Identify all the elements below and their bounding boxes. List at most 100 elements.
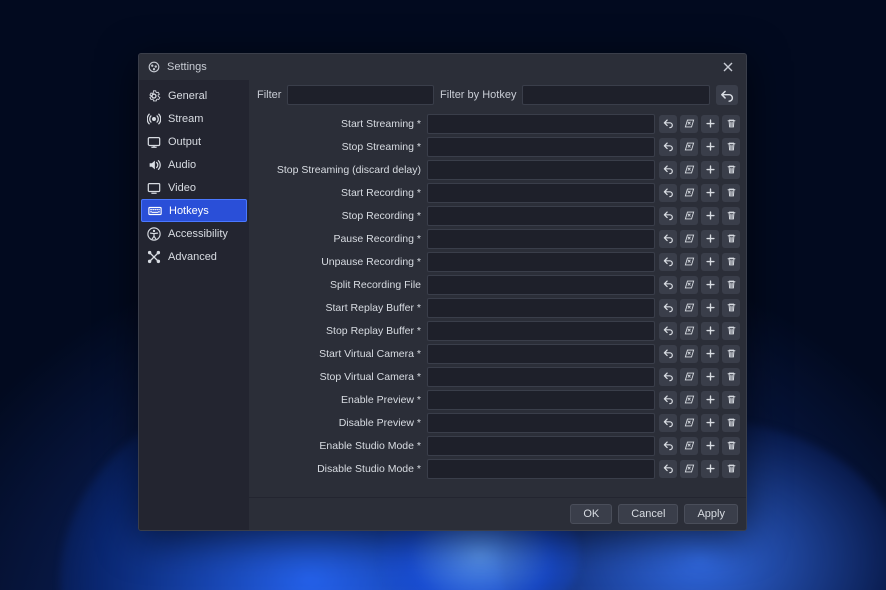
hotkey-revert-button[interactable] <box>659 115 677 133</box>
hotkey-input[interactable] <box>427 459 655 479</box>
hotkey-remove-button[interactable] <box>722 276 740 294</box>
hotkey-input[interactable] <box>427 367 655 387</box>
hotkey-add-button[interactable] <box>701 345 719 363</box>
hotkey-input[interactable] <box>427 137 655 157</box>
hotkey-input[interactable] <box>427 160 655 180</box>
hotkey-input[interactable] <box>427 114 655 134</box>
hotkey-revert-button[interactable] <box>659 184 677 202</box>
hotkey-clear-button[interactable] <box>680 138 698 156</box>
hotkey-revert-button[interactable] <box>659 161 677 179</box>
hotkey-clear-button[interactable] <box>680 322 698 340</box>
plus-icon <box>705 187 716 198</box>
hotkey-remove-button[interactable] <box>722 161 740 179</box>
sidebar-item-video[interactable]: Video <box>139 176 249 199</box>
hotkey-remove-button[interactable] <box>722 253 740 271</box>
hotkey-add-button[interactable] <box>701 138 719 156</box>
hotkey-add-button[interactable] <box>701 276 719 294</box>
hotkey-clear-button[interactable] <box>680 345 698 363</box>
hotkey-remove-button[interactable] <box>722 230 740 248</box>
hotkey-remove-button[interactable] <box>722 115 740 133</box>
hotkey-revert-button[interactable] <box>659 437 677 455</box>
hotkey-clear-button[interactable] <box>680 414 698 432</box>
hotkey-input[interactable] <box>427 436 655 456</box>
hotkey-add-button[interactable] <box>701 437 719 455</box>
sidebar-item-general[interactable]: General <box>139 84 249 107</box>
hotkey-remove-button[interactable] <box>722 138 740 156</box>
hotkey-remove-button[interactable] <box>722 391 740 409</box>
hotkey-revert-button[interactable] <box>659 460 677 478</box>
hotkey-add-button[interactable] <box>701 161 719 179</box>
hotkey-remove-button[interactable] <box>722 207 740 225</box>
hotkey-input[interactable] <box>427 183 655 203</box>
apply-button[interactable]: Apply <box>684 504 738 524</box>
hotkey-add-button[interactable] <box>701 207 719 225</box>
close-button[interactable] <box>718 57 738 77</box>
hotkey-input[interactable] <box>427 275 655 295</box>
hotkey-add-button[interactable] <box>701 368 719 386</box>
hotkey-clear-button[interactable] <box>680 184 698 202</box>
hotkey-remove-button[interactable] <box>722 322 740 340</box>
hotkey-add-button[interactable] <box>701 230 719 248</box>
hotkey-remove-button[interactable] <box>722 437 740 455</box>
hotkey-remove-button[interactable] <box>722 299 740 317</box>
sidebar-item-output[interactable]: Output <box>139 130 249 153</box>
reset-filter-button[interactable] <box>716 85 738 105</box>
hotkey-input[interactable] <box>427 252 655 272</box>
hotkey-revert-button[interactable] <box>659 391 677 409</box>
hotkey-clear-button[interactable] <box>680 230 698 248</box>
hotkey-remove-button[interactable] <box>722 460 740 478</box>
hotkey-clear-button[interactable] <box>680 253 698 271</box>
filter-by-hotkey-input[interactable] <box>522 85 710 105</box>
sidebar-item-stream[interactable]: Stream <box>139 107 249 130</box>
hotkey-revert-button[interactable] <box>659 299 677 317</box>
hotkey-revert-button[interactable] <box>659 368 677 386</box>
hotkey-revert-button[interactable] <box>659 230 677 248</box>
sidebar-item-advanced[interactable]: Advanced <box>139 245 249 268</box>
hotkey-clear-button[interactable] <box>680 115 698 133</box>
ok-button[interactable]: OK <box>570 504 612 524</box>
hotkey-clear-button[interactable] <box>680 276 698 294</box>
hotkey-input[interactable] <box>427 321 655 341</box>
hotkey-add-button[interactable] <box>701 414 719 432</box>
hotkey-remove-button[interactable] <box>722 414 740 432</box>
hotkey-input[interactable] <box>427 298 655 318</box>
hotkey-add-button[interactable] <box>701 299 719 317</box>
hotkey-label: Split Recording File <box>253 279 423 291</box>
hotkey-clear-button[interactable] <box>680 391 698 409</box>
hotkey-revert-button[interactable] <box>659 138 677 156</box>
hotkey-list[interactable]: Start Streaming *Stop Streaming *Stop St… <box>249 110 746 497</box>
hotkey-add-button[interactable] <box>701 115 719 133</box>
hotkey-input[interactable] <box>427 390 655 410</box>
hotkey-clear-button[interactable] <box>680 368 698 386</box>
hotkey-add-button[interactable] <box>701 184 719 202</box>
hotkey-clear-button[interactable] <box>680 207 698 225</box>
sidebar-item-accessibility[interactable]: Accessibility <box>139 222 249 245</box>
filter-input[interactable] <box>287 85 434 105</box>
window-title: Settings <box>167 61 718 73</box>
sidebar-item-hotkeys[interactable]: Hotkeys <box>141 199 247 222</box>
hotkey-add-button[interactable] <box>701 253 719 271</box>
sidebar-item-audio[interactable]: Audio <box>139 153 249 176</box>
hotkey-clear-button[interactable] <box>680 161 698 179</box>
hotkey-remove-button[interactable] <box>722 345 740 363</box>
hotkey-revert-button[interactable] <box>659 414 677 432</box>
hotkey-clear-button[interactable] <box>680 460 698 478</box>
hotkey-add-button[interactable] <box>701 391 719 409</box>
hotkey-add-button[interactable] <box>701 460 719 478</box>
hotkey-revert-button[interactable] <box>659 345 677 363</box>
hotkey-input[interactable] <box>427 206 655 226</box>
hotkey-revert-button[interactable] <box>659 322 677 340</box>
hotkey-clear-button[interactable] <box>680 437 698 455</box>
hotkey-revert-button[interactable] <box>659 253 677 271</box>
hotkey-revert-button[interactable] <box>659 276 677 294</box>
hotkey-remove-button[interactable] <box>722 184 740 202</box>
hotkey-input[interactable] <box>427 413 655 433</box>
hotkey-revert-button[interactable] <box>659 207 677 225</box>
hotkey-label: Stop Streaming * <box>253 141 423 153</box>
cancel-button[interactable]: Cancel <box>618 504 678 524</box>
hotkey-add-button[interactable] <box>701 322 719 340</box>
hotkey-clear-button[interactable] <box>680 299 698 317</box>
hotkey-input[interactable] <box>427 229 655 249</box>
hotkey-remove-button[interactable] <box>722 368 740 386</box>
hotkey-input[interactable] <box>427 344 655 364</box>
